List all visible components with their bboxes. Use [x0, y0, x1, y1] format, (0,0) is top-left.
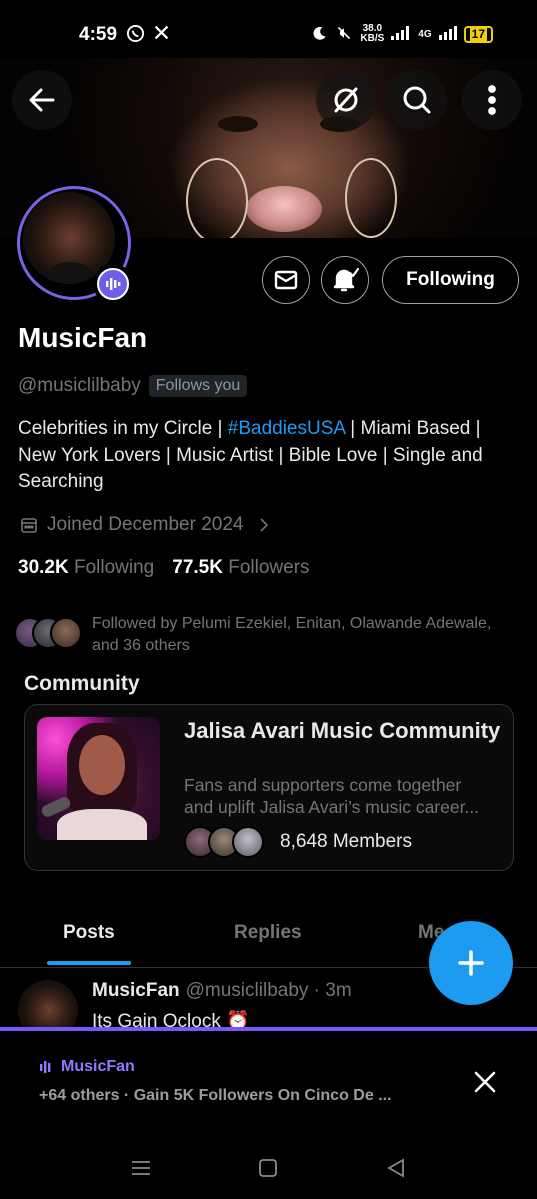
message-button[interactable] — [262, 256, 310, 304]
back-nav-button[interactable] — [381, 1153, 411, 1183]
back-button[interactable] — [12, 70, 72, 130]
spaces-title: +64 others · Gain 5K Followers On Cinco … — [39, 1087, 392, 1104]
community-card[interactable]: Jalisa Avari Music Community Fans and su… — [24, 704, 514, 871]
calendar-icon — [21, 518, 37, 533]
post-header: MusicFan @musiclilbaby · 3m — [92, 980, 352, 1002]
whatsapp-icon — [126, 24, 145, 48]
community-section-title: Community — [24, 672, 140, 695]
home-button[interactable] — [253, 1153, 283, 1183]
search-icon — [403, 86, 431, 114]
grok-button[interactable] — [316, 70, 376, 130]
followed-by[interactable]: Followed by Pelumi Ezekiel, Enitan, Olaw… — [14, 613, 504, 657]
community-name: Jalisa Avari Music Community — [184, 718, 501, 743]
followers-count[interactable]: 77.5K Followers — [172, 557, 309, 579]
search-button[interactable] — [387, 70, 447, 130]
following-count[interactable]: 30.2K Following — [18, 557, 154, 579]
post-author[interactable]: MusicFan — [92, 980, 180, 1002]
network-speed: 38.0 KB/S — [360, 23, 385, 44]
grok-icon — [334, 87, 358, 113]
profile-handle: @musiclilbaby — [18, 375, 141, 396]
spaces-host-name: MusicFan — [61, 1058, 135, 1075]
signal-icon — [391, 25, 411, 43]
system-nav-bar — [0, 1131, 537, 1199]
members-count: 8,648 Members — [280, 831, 413, 852]
spaces-live-badge[interactable] — [93, 264, 133, 304]
notifications-button[interactable] — [321, 256, 369, 304]
spaces-dock[interactable]: MusicFan +64 others · Gain 5K Followers … — [0, 1031, 537, 1131]
member-avatar — [232, 826, 264, 858]
spaces-close-button[interactable] — [470, 1067, 500, 1097]
plus-icon — [458, 950, 484, 976]
status-time: 4:59 — [79, 24, 118, 45]
network-type: 4G — [418, 28, 432, 40]
following-button[interactable]: Following — [382, 256, 519, 304]
active-tab-indicator — [47, 961, 131, 965]
mute-icon — [335, 25, 353, 44]
joined-date[interactable]: Joined December 2024 — [20, 514, 270, 536]
bell-check-icon — [333, 267, 359, 292]
square-home-icon — [259, 1159, 277, 1177]
battery-indicator: 17 — [463, 25, 493, 43]
community-description: Fans and supporters come together and up… — [184, 775, 480, 817]
tab-replies[interactable]: Replies — [234, 922, 302, 944]
display-name: MusicFan — [18, 322, 148, 353]
status-bar: 4:59 38.0 KB/S 4G 17 — [0, 0, 537, 58]
x-logo-icon — [153, 24, 170, 48]
hashtag-link[interactable]: #BaddiesUSA — [228, 418, 345, 439]
follower-avatar — [50, 617, 82, 649]
triangle-back-icon — [387, 1158, 404, 1178]
audio-bars-icon — [106, 278, 121, 290]
arrow-left-icon — [29, 88, 55, 112]
menu-lines-icon — [132, 1161, 150, 1175]
more-vertical-icon — [488, 85, 496, 115]
recent-apps-button[interactable] — [126, 1153, 156, 1183]
follows-you-badge: Follows you — [148, 375, 248, 397]
followed-by-text: Followed by Pelumi Ezekiel, Enitan, Olaw… — [92, 615, 492, 654]
community-image — [37, 717, 160, 840]
chevron-right-icon — [260, 518, 269, 532]
tab-posts[interactable]: Posts — [63, 922, 115, 944]
moon-icon — [312, 25, 328, 44]
compose-button[interactable] — [429, 921, 513, 1005]
audio-bars-icon — [40, 1061, 51, 1073]
more-options-button[interactable] — [462, 70, 522, 130]
envelope-icon — [274, 270, 298, 290]
close-icon — [474, 1071, 496, 1093]
post-handle-time: @musiclilbaby · 3m — [185, 980, 352, 1001]
profile-bio: Celebrities in my Circle | #BaddiesUSA |… — [18, 418, 483, 492]
signal-icon-2 — [438, 25, 457, 43]
